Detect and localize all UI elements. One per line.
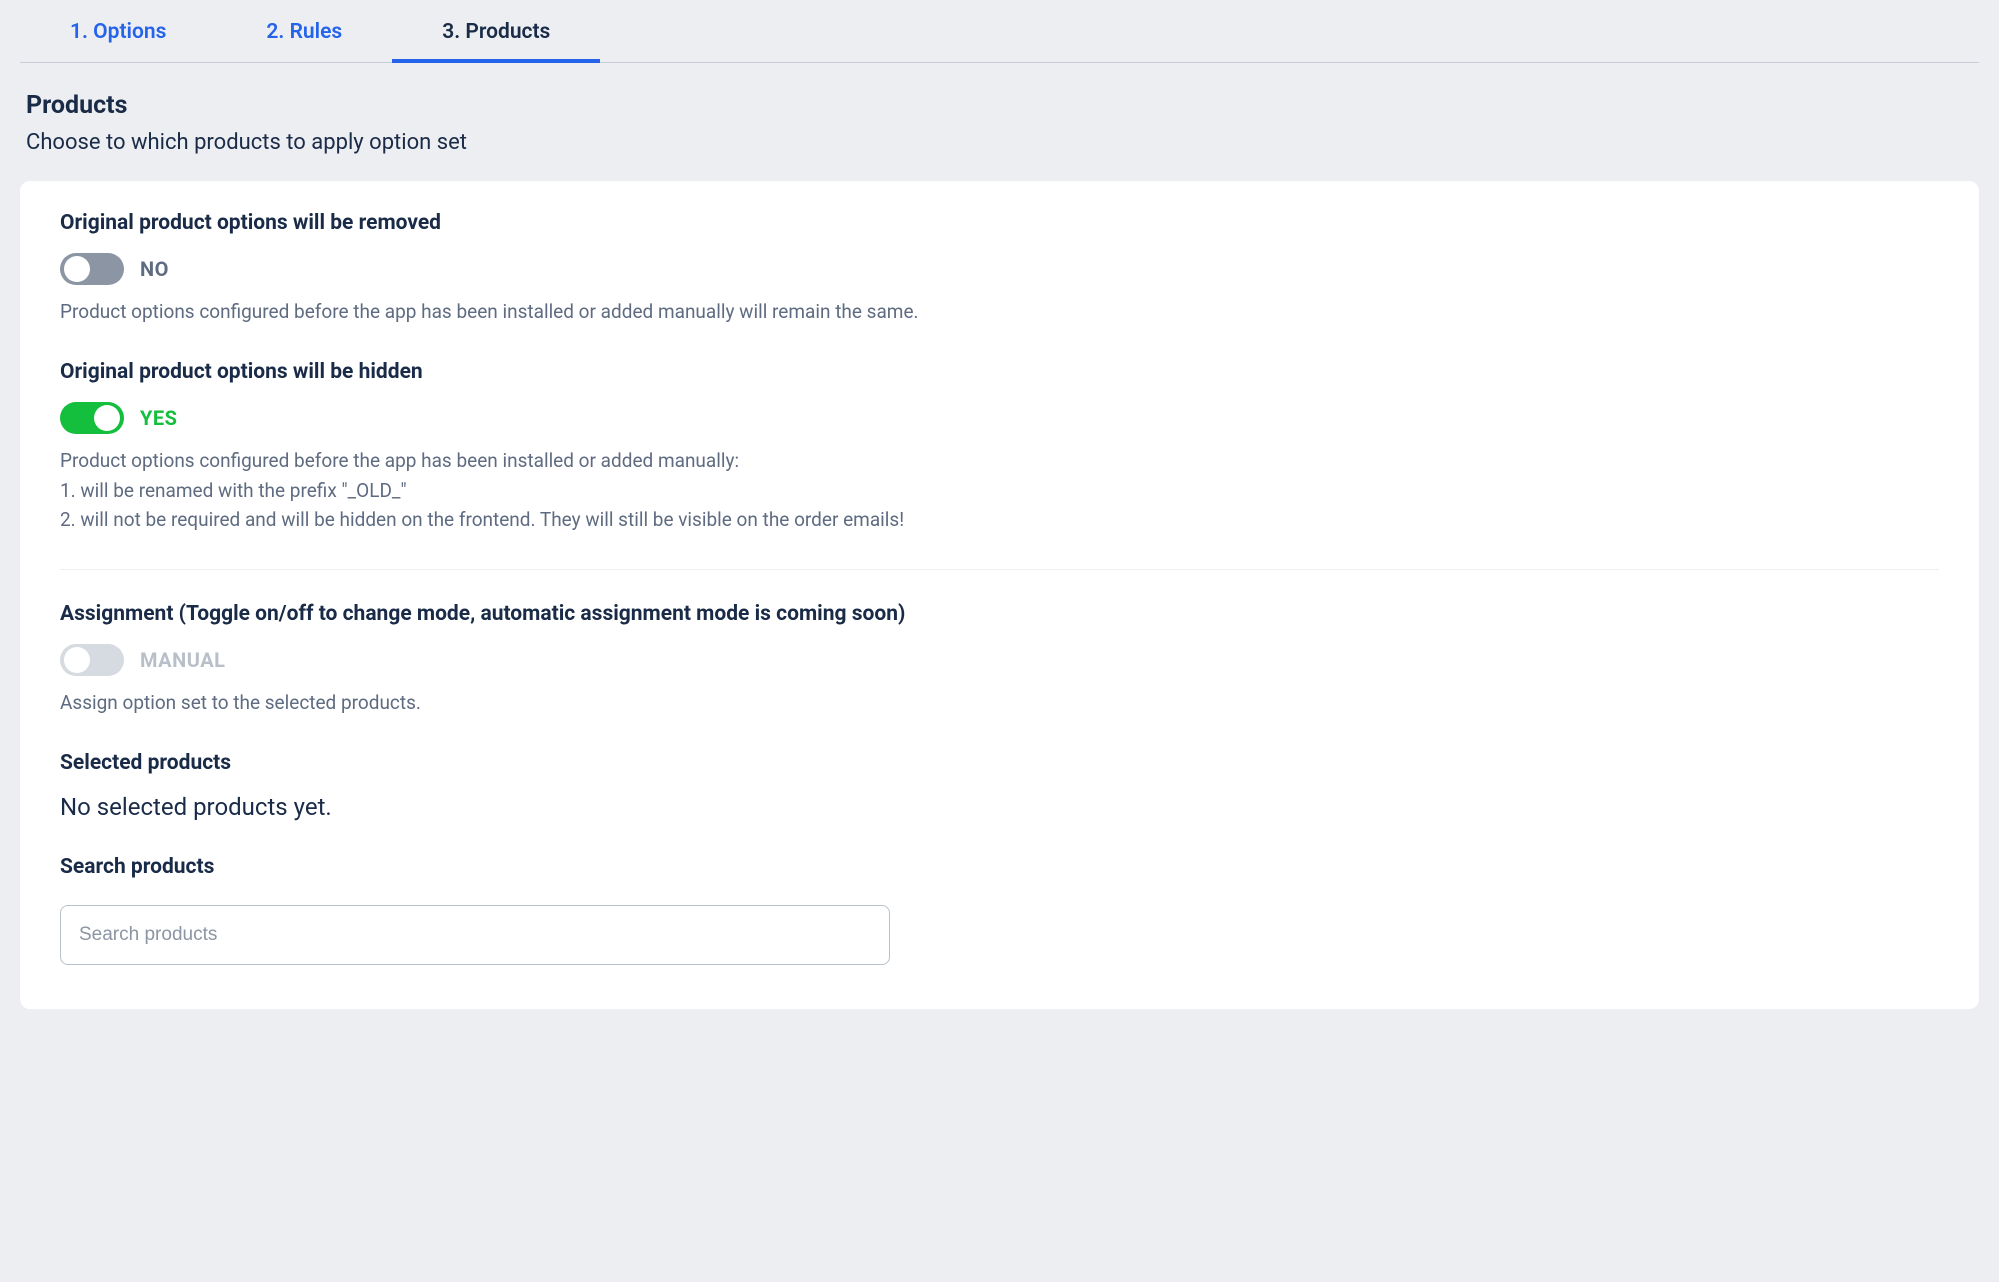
remove-options-state: NO	[140, 257, 169, 281]
products-card: Original product options will be removed…	[20, 181, 1979, 1009]
assignment-state: MANUAL	[140, 648, 225, 672]
hide-options-section: Original product options will be hidden …	[60, 360, 1939, 534]
page-subtitle: Choose to which products to apply option…	[26, 130, 1979, 155]
selected-products-empty: No selected products yet.	[60, 793, 1939, 821]
assignment-title: Assignment (Toggle on/off to change mode…	[60, 602, 1939, 626]
hide-options-help: Product options configured before the ap…	[60, 446, 1939, 534]
remove-options-toggle[interactable]	[60, 253, 124, 285]
hide-options-state: YES	[140, 406, 177, 430]
hide-options-toggle[interactable]	[60, 402, 124, 434]
selected-products-section: Selected products No selected products y…	[60, 751, 1939, 821]
assignment-toggle	[60, 644, 124, 676]
page-title: Products	[26, 91, 1979, 120]
selected-products-title: Selected products	[60, 751, 1939, 775]
tab-options[interactable]: 1. Options	[20, 6, 216, 62]
hide-options-help-2: 2. will not be required and will be hidd…	[60, 508, 904, 531]
search-products-section: Search products	[60, 855, 1939, 965]
hide-options-toggle-row: YES	[60, 402, 1939, 434]
tabs-nav: 1. Options 2. Rules 3. Products	[20, 0, 1979, 63]
tab-rules[interactable]: 2. Rules	[216, 6, 392, 62]
search-products-input[interactable]	[60, 905, 890, 965]
remove-options-section: Original product options will be removed…	[60, 211, 1939, 326]
search-products-title: Search products	[60, 855, 1939, 879]
hide-options-title: Original product options will be hidden	[60, 360, 1939, 384]
remove-options-help: Product options configured before the ap…	[60, 297, 1939, 326]
tab-products[interactable]: 3. Products	[392, 6, 600, 62]
remove-options-title: Original product options will be removed	[60, 211, 1939, 235]
assignment-help: Assign option set to the selected produc…	[60, 688, 1939, 717]
hide-options-help-1: 1. will be renamed with the prefix "_OLD…	[60, 479, 407, 502]
divider	[60, 569, 1939, 570]
assignment-section: Assignment (Toggle on/off to change mode…	[60, 602, 1939, 717]
hide-options-help-intro: Product options configured before the ap…	[60, 449, 739, 472]
remove-options-toggle-row: NO	[60, 253, 1939, 285]
page-header: Products Choose to which products to app…	[26, 91, 1979, 155]
assignment-toggle-row: MANUAL	[60, 644, 1939, 676]
